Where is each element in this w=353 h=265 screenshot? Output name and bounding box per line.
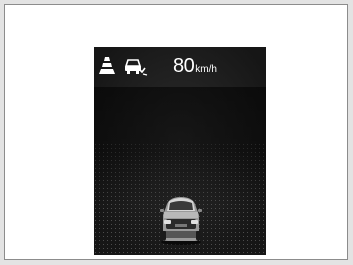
status-bar: 80km/h [94,53,266,79]
speed-value: 80 [173,55,195,77]
speed-unit: km/h [195,64,217,75]
set-speed-readout: 80km/h [173,54,217,82]
own-vehicle-icon [160,197,202,245]
vehicle-following-icon [124,59,148,76]
lane-keeping-icon [99,57,115,74]
instrument-display: 80km/h [94,47,266,255]
figure-frame: 80km/h [4,4,348,260]
